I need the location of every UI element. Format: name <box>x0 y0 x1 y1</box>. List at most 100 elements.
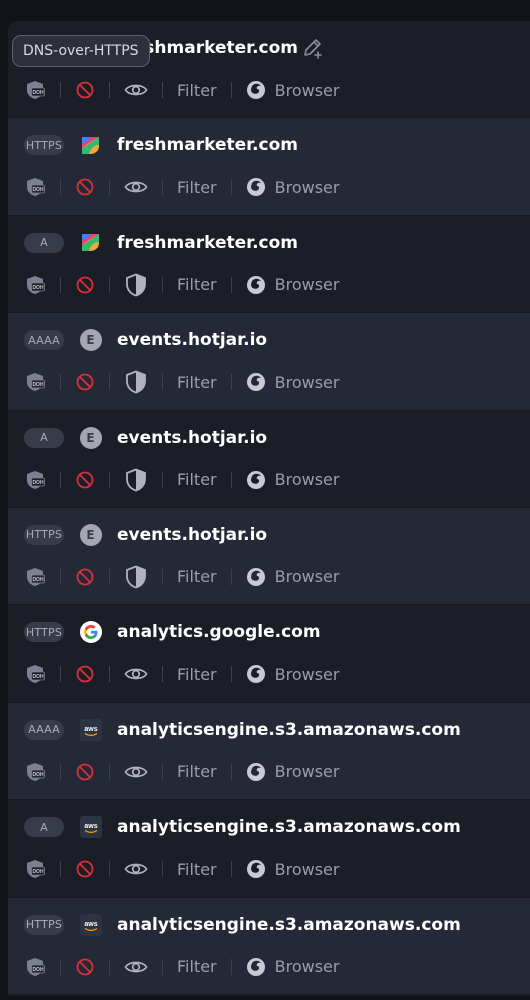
request-header: HTTPS aws analyticsengine.s3.amazonaws.c… <box>24 913 461 936</box>
domain-name[interactable]: analyticsengine.s3.amazonaws.com <box>117 915 461 935</box>
filter-label[interactable]: Filter <box>177 81 217 100</box>
request-row[interactable]: HTTPS aws analyticsengine.s3.amazonaws.c… <box>8 897 530 995</box>
divider <box>60 861 61 878</box>
eye-icon[interactable] <box>124 177 148 197</box>
svg-text:DOH: DOH <box>32 772 44 778</box>
divider <box>60 179 61 196</box>
request-actions: DOH Filter Browser <box>24 273 339 297</box>
browser-label: Browser <box>274 957 340 977</box>
divider <box>162 276 163 293</box>
divider <box>162 374 163 391</box>
request-header: A aws analyticsengine.s3.amazonaws.com <box>24 816 461 839</box>
block-icon[interactable] <box>75 664 95 684</box>
eye-icon[interactable] <box>124 664 148 684</box>
domain-name[interactable]: analytics.google.com <box>117 622 321 642</box>
browser-label: Browser <box>274 859 340 879</box>
divider <box>60 471 61 488</box>
block-icon[interactable] <box>75 957 95 977</box>
edit-rule-icon[interactable] <box>301 36 325 60</box>
eye-icon[interactable] <box>124 80 148 100</box>
svg-text:aws: aws <box>84 823 97 830</box>
block-icon[interactable] <box>75 567 95 587</box>
browser-label: Browser <box>274 80 340 100</box>
record-type-badge: A <box>24 817 64 838</box>
divider <box>109 861 110 878</box>
block-icon[interactable] <box>75 470 95 490</box>
request-actions: DOH Filter Browser <box>24 955 339 979</box>
doh-tooltip: DNS-over-HTTPS <box>12 35 150 67</box>
divider <box>109 82 110 98</box>
request-row[interactable]: AAAA aws analyticsengine.s3.amazonaws.co… <box>8 702 530 801</box>
block-icon[interactable] <box>75 859 95 879</box>
domain-name[interactable]: events.hotjar.io <box>117 330 267 350</box>
request-actions: DOH Filter Browser <box>24 175 339 199</box>
firefox-browser-icon <box>246 664 266 684</box>
browser-label: Browser <box>274 372 340 392</box>
record-type-badge: HTTPS <box>24 524 64 545</box>
eye-icon[interactable] <box>124 762 148 782</box>
domain-name[interactable]: events.hotjar.io <box>117 525 267 545</box>
request-row[interactable]: HTTPS E events.hotjar.io DOH Filter Brow… <box>8 507 530 606</box>
filter-label[interactable]: Filter <box>177 860 217 879</box>
domain-name[interactable]: analyticsengine.s3.amazonaws.com <box>117 720 461 740</box>
site-letter-icon: E <box>79 426 102 449</box>
divider <box>60 374 61 391</box>
divider <box>230 666 232 683</box>
firefox-browser-icon <box>246 470 266 490</box>
shield-icon[interactable] <box>124 273 148 297</box>
request-row[interactable]: A E events.hotjar.io DOH Filter Browser <box>8 410 530 508</box>
eye-icon[interactable] <box>124 957 148 977</box>
shield-icon[interactable] <box>124 468 148 492</box>
request-actions: DOH Filter Browser <box>24 468 339 492</box>
request-row[interactable]: HTTPS analytics.google.com DOH Filter Br… <box>8 605 530 703</box>
divider <box>162 179 163 196</box>
browser-label: Browser <box>274 275 340 295</box>
firefox-browser-icon <box>246 80 266 100</box>
doh-shield-icon: DOH <box>24 956 46 978</box>
svg-text:DOH: DOH <box>32 90 44 96</box>
record-type-badge: A <box>24 427 64 448</box>
browser-label: Browser <box>274 567 340 587</box>
doh-shield-icon: DOH <box>24 371 46 393</box>
request-header: HTTPS analytics.google.com <box>24 621 321 644</box>
aws-logo-icon: aws <box>79 913 102 936</box>
request-row[interactable]: AAAA E events.hotjar.io DOH Filter Brows… <box>8 313 530 411</box>
block-icon[interactable] <box>75 177 95 197</box>
block-icon[interactable] <box>75 80 95 100</box>
domain-name[interactable]: events.hotjar.io <box>117 428 267 448</box>
block-icon[interactable] <box>75 372 95 392</box>
filter-label[interactable]: Filter <box>177 567 217 586</box>
shield-icon[interactable] <box>124 565 148 589</box>
filter-label[interactable]: Filter <box>177 957 217 976</box>
browser-label: Browser <box>274 762 340 782</box>
filter-label[interactable]: Filter <box>177 762 217 781</box>
request-header: AAAA aws analyticsengine.s3.amazonaws.co… <box>24 718 461 741</box>
eye-icon[interactable] <box>124 859 148 879</box>
block-icon[interactable] <box>75 762 95 782</box>
browser-label: Browser <box>274 177 340 197</box>
divider <box>230 374 232 391</box>
domain-name[interactable]: freshmarketer.com <box>117 135 298 155</box>
request-row[interactable]: A freshmarketer.com DOH Filter Browser <box>8 215 530 314</box>
domain-name[interactable]: analyticsengine.s3.amazonaws.com <box>117 817 461 837</box>
filter-label[interactable]: Filter <box>177 665 217 684</box>
request-row[interactable]: A aws analyticsengine.s3.amazonaws.com D… <box>8 800 530 898</box>
svg-text:DOH: DOH <box>32 675 44 681</box>
request-header: A freshmarketer.com <box>24 232 298 254</box>
doh-shield-icon: DOH <box>24 761 46 783</box>
request-row[interactable]: HTTPS freshmarketer.com DOH Filter Brows… <box>8 118 530 216</box>
domain-name[interactable]: freshmarketer.com <box>117 233 298 253</box>
request-header: HTTPS E events.hotjar.io <box>24 523 267 546</box>
block-icon[interactable] <box>75 275 95 295</box>
firefox-browser-icon <box>246 275 266 295</box>
record-type-badge: AAAA <box>24 330 64 351</box>
site-letter-icon: E <box>79 523 102 546</box>
record-type-badge: HTTPS <box>24 135 64 156</box>
filter-label[interactable]: Filter <box>177 275 217 294</box>
divider <box>60 958 61 975</box>
filter-label[interactable]: Filter <box>177 178 217 197</box>
svg-text:aws: aws <box>84 726 97 733</box>
filter-label[interactable]: Filter <box>177 373 217 392</box>
shield-icon[interactable] <box>124 370 148 394</box>
filter-label[interactable]: Filter <box>177 470 217 489</box>
